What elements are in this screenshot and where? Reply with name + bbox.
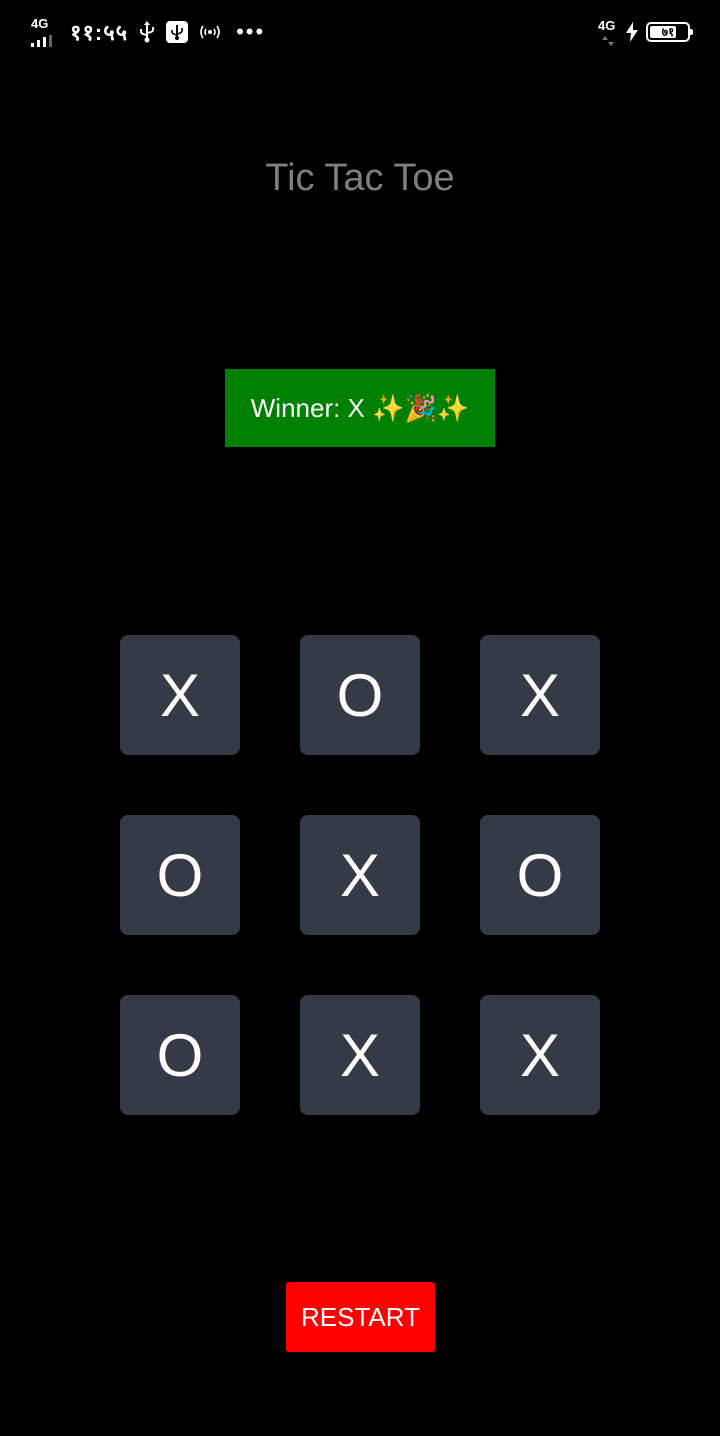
board-cell-r1-c2[interactable]: O bbox=[300, 635, 420, 755]
board-cell-r2-c2[interactable]: X bbox=[300, 815, 420, 935]
board-cell-r1-c1[interactable]: X bbox=[120, 635, 240, 755]
cellular-signal-icon: 4G bbox=[30, 17, 60, 47]
usb-debugging-icon bbox=[166, 21, 189, 43]
board-cell-r3-c1[interactable]: O bbox=[120, 995, 240, 1115]
winner-banner: Winner: X ✨🎉✨ bbox=[225, 369, 495, 447]
clock: ११:५५ bbox=[70, 20, 129, 45]
status-bar: 4G ११:५५ ••• 4G ७१ bbox=[0, 0, 720, 64]
network-type-label: 4G bbox=[31, 16, 49, 31]
bolt-icon bbox=[626, 22, 638, 42]
battery-icon: ७१ bbox=[646, 22, 693, 42]
battery-level: ७१ bbox=[661, 25, 675, 39]
hotspot-icon bbox=[198, 22, 222, 42]
status-bar-left: 4G ११:५५ ••• bbox=[30, 14, 265, 50]
game-board: X O X O X O O X X bbox=[120, 635, 600, 1115]
page-title: Tic Tac Toe bbox=[265, 157, 455, 199]
board-cell-r3-c3[interactable]: X bbox=[480, 995, 600, 1115]
battery-tip bbox=[690, 29, 693, 35]
status-bar-right: 4G ७१ bbox=[598, 14, 693, 50]
usb-icon bbox=[138, 21, 156, 43]
board-cell-r3-c2[interactable]: X bbox=[300, 995, 420, 1115]
restart-button[interactable]: RESTART bbox=[286, 1282, 435, 1352]
more-notifications-icon: ••• bbox=[236, 19, 266, 44]
board-cell-r1-c3[interactable]: X bbox=[480, 635, 600, 755]
board-cell-r2-c3[interactable]: O bbox=[480, 815, 600, 935]
board-cell-r2-c1[interactable]: O bbox=[120, 815, 240, 935]
mobile-data-icon: 4G bbox=[598, 17, 618, 47]
network-type-label-right: 4G bbox=[598, 18, 616, 33]
